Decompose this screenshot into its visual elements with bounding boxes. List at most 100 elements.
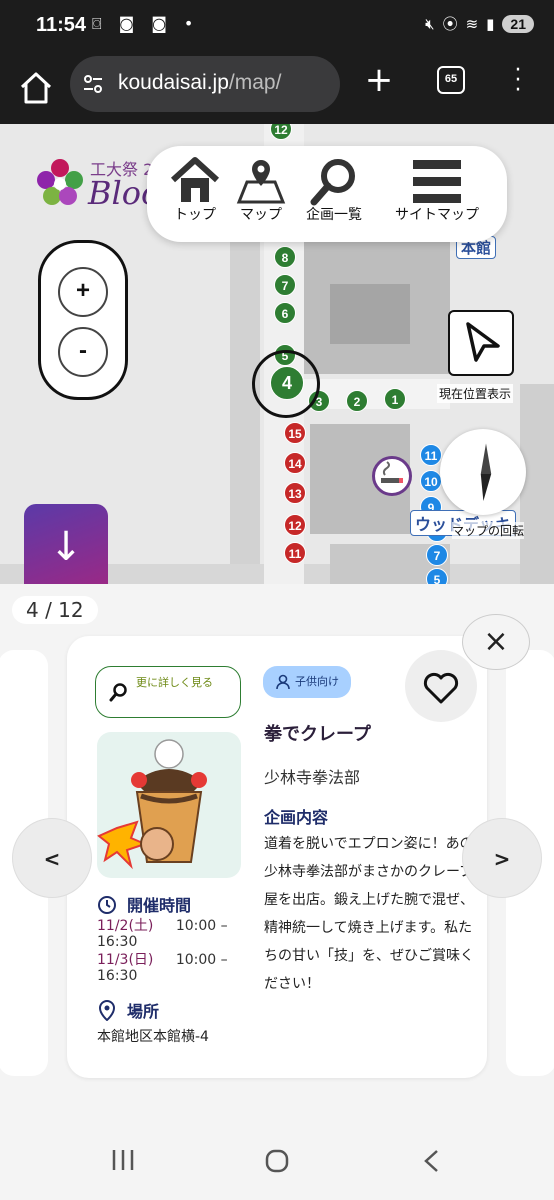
nav-events[interactable]: 企画一覧: [299, 156, 369, 224]
clock-icon: [98, 896, 116, 914]
nav-map[interactable]: マップ: [233, 156, 289, 224]
event-sheet: 4 / 12 更に詳しく見る 子供向け 拳でクレープ 少林寺拳法部 企画内容 道…: [0, 584, 554, 1120]
event-counter: 4 / 12: [12, 596, 98, 624]
browser-toolbar: koudaisai.jp/map/ + 65 · · ·: [0, 56, 554, 124]
map-marker[interactable]: 15: [284, 422, 306, 444]
schedule-end: 16:30: [97, 934, 138, 950]
audience-tag: 子供向け: [263, 666, 351, 698]
heart-icon: [423, 672, 459, 704]
next-event-button[interactable]: >: [462, 818, 542, 898]
home-nav-icon[interactable]: [264, 1148, 290, 1174]
url-text: koudaisai.jp/map/: [118, 71, 281, 95]
location-icon: ⦿: [442, 15, 458, 33]
crepe-illustration: [97, 739, 207, 870]
status-right: 🔇︎ ⦿ ≋ ▮ 21: [425, 13, 534, 34]
nav-top-label: トップ: [174, 207, 216, 223]
nav-sitemap[interactable]: サイトマップ: [383, 156, 491, 224]
scroll-down-button[interactable]: ↓: [24, 504, 108, 594]
map-marker[interactable]: 8: [274, 246, 296, 268]
schedule-end: 16:30: [97, 968, 138, 984]
map-marker[interactable]: 2: [346, 390, 368, 412]
site-nav: トップ マップ 企画一覧 サイトマップ: [147, 146, 507, 242]
event-description: 道着を脱いでエプロン姿に！あの少林寺拳法部がまさかのクレープ屋を出店。鍛え上げた…: [264, 836, 474, 992]
map-marker[interactable]: 7: [426, 544, 448, 566]
event-thumbnail: [97, 732, 241, 878]
locate-button[interactable]: [448, 310, 514, 376]
smoking-area-icon[interactable]: [372, 456, 412, 496]
prev-event-button[interactable]: <: [12, 818, 92, 898]
wifi-icon: ≋: [465, 14, 479, 33]
zoom-controls: + -: [38, 240, 128, 400]
schedule-date: 11/2(土): [97, 918, 154, 934]
place-heading-text: 場所: [127, 1002, 160, 1021]
new-tab-button[interactable]: +: [364, 63, 394, 97]
url-path: /map/: [228, 71, 282, 94]
address-bar[interactable]: koudaisai.jp/map/: [70, 56, 340, 112]
arrow-down-icon: ↓: [49, 524, 83, 570]
nav-top[interactable]: トップ: [167, 156, 223, 224]
url-domain: koudaisai.jp: [118, 71, 229, 94]
house-icon: [170, 157, 220, 202]
compass-button[interactable]: [440, 429, 526, 515]
map-marker[interactable]: 10: [420, 470, 442, 492]
map-marker[interactable]: 11: [284, 542, 306, 564]
nav-events-label: 企画一覧: [306, 207, 362, 223]
map-pin-icon: [236, 160, 286, 204]
schedule-date: 11/3(日): [97, 952, 154, 968]
schedule-time: 10:00 –: [175, 918, 228, 934]
hamburger-icon: [413, 160, 461, 203]
favorite-button[interactable]: [405, 650, 477, 722]
flower-logo-icon: [37, 159, 83, 205]
notification-icons: ⌼ ◙ ◙ •: [92, 14, 200, 33]
clock: 11:54: [36, 14, 87, 36]
map-marker[interactable]: 12: [284, 514, 306, 536]
home-icon[interactable]: [18, 70, 54, 106]
close-sheet-button[interactable]: ×: [462, 614, 530, 670]
zoom-out-button[interactable]: -: [58, 327, 108, 377]
selected-map-marker[interactable]: 4: [270, 366, 304, 400]
map-marker[interactable]: 7: [274, 274, 296, 296]
zoom-in-button[interactable]: +: [58, 267, 108, 317]
schedule-heading-text: 開催時間: [127, 896, 192, 915]
details-label: 更に詳しく見る: [136, 676, 213, 689]
browser-menu-icon[interactable]: · · ·: [512, 60, 524, 102]
status-bar: 11:54 ⌼ ◙ ◙ • 🔇︎ ⦿ ≋ ▮ 21: [0, 0, 554, 56]
map-marker[interactable]: 11: [420, 444, 442, 466]
person-icon: [276, 674, 290, 690]
battery-indicator: 21: [502, 14, 534, 33]
map-marker[interactable]: 13: [284, 482, 306, 504]
search-icon: [310, 159, 355, 206]
compass-needle-icon: [479, 438, 493, 506]
signal-icon: ▮: [486, 14, 495, 33]
schedule-time: 10:00 –: [175, 952, 228, 968]
compass-label: マップの回転: [452, 522, 525, 539]
event-place: 本館地区本館横-4: [97, 1029, 209, 1045]
search-icon: [109, 683, 127, 702]
locate-label: 現在位置表示: [437, 384, 514, 403]
nav-map-label: マップ: [240, 207, 282, 223]
place-heading: 場所: [97, 998, 159, 1022]
tab-switcher-button[interactable]: 65: [437, 66, 465, 94]
nav-sitemap-label: サイトマップ: [395, 207, 479, 223]
map-marker[interactable]: 14: [284, 452, 306, 474]
event-title: 拳でクレープ: [264, 724, 371, 745]
map-marker[interactable]: 6: [274, 302, 296, 324]
details-button[interactable]: 更に詳しく見る: [95, 666, 241, 718]
site-settings-icon[interactable]: [82, 73, 104, 95]
description-heading: 企画内容: [264, 808, 329, 827]
recent-apps-icon[interactable]: [110, 1148, 136, 1172]
system-nav-bar: [0, 1120, 554, 1200]
schedule-heading: 開催時間: [97, 892, 191, 916]
location-pin-icon: [98, 999, 116, 1022]
smoking-icon: [381, 461, 403, 483]
cursor-arrow-icon: [466, 322, 500, 362]
audience-tag-label: 子供向け: [295, 675, 339, 688]
map-marker[interactable]: 1: [384, 388, 406, 410]
mute-icon: 🔇︎: [425, 14, 435, 33]
event-card: 更に詳しく見る 子供向け 拳でクレープ 少林寺拳法部 企画内容 道着を脱いでエプ…: [67, 636, 487, 1078]
back-icon[interactable]: [420, 1148, 444, 1174]
event-organizer: 少林寺拳法部: [264, 768, 361, 787]
schedule-row: 11/3(日) 10:00 – 16:30: [97, 952, 247, 984]
map-view[interactable]: 12 8 7 6 5 3 2 1 4 15 14 13 12 11 11 10 …: [0, 124, 554, 594]
schedule-row: 11/2(土) 10:00 – 16:30: [97, 918, 247, 950]
